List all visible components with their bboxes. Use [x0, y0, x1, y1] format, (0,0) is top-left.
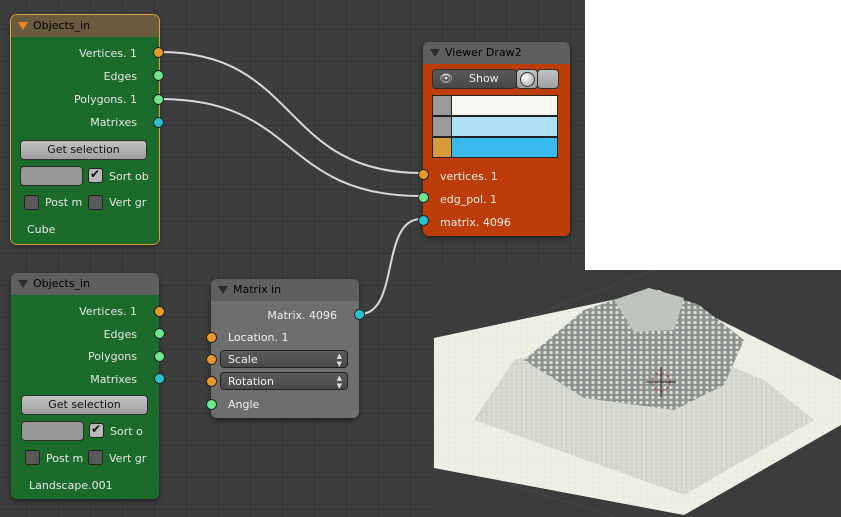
post-matrix-label: Post m — [46, 452, 84, 465]
node-title: Objects_in — [33, 19, 91, 32]
output-vertices-label: Vertices. 1 — [79, 47, 137, 60]
vert-groups-checkbox[interactable] — [88, 195, 103, 210]
input-edgpol-label: edg_pol. 1 — [440, 193, 497, 206]
output-vertices-label: Vertices. 1 — [79, 305, 137, 318]
input-matrix-label: matrix. 4096 — [440, 216, 511, 229]
scale-dropdown-label: Scale — [228, 353, 258, 366]
output-matrixes-label: Matrixes — [90, 373, 137, 386]
collapse-triangle-icon[interactable] — [18, 280, 28, 288]
get-selection-button[interactable]: Get selection — [20, 140, 147, 160]
object-field[interactable] — [20, 166, 83, 186]
polygons-output-socket[interactable] — [154, 351, 165, 362]
objects-in-node-1[interactable]: Objects_in Vertices. 1 Edges Polygons. 1… — [10, 14, 164, 245]
vertices-input-socket[interactable] — [418, 169, 429, 180]
get-selection-button[interactable]: Get selection — [21, 395, 148, 415]
vert-groups-checkbox[interactable] — [88, 450, 103, 465]
node-header[interactable]: Matrix in — [211, 279, 359, 301]
vert-groups-label: Vert gr — [109, 452, 147, 465]
output-edges-label: Edges — [103, 70, 137, 83]
rotation-input-socket[interactable] — [206, 376, 217, 387]
edge-color-cube-icon — [432, 116, 452, 137]
output-matrix-label: Matrix. 4096 — [267, 309, 337, 322]
vert-groups-label: Vert gr — [109, 196, 147, 209]
landscape-point-cloud — [434, 270, 841, 517]
input-vertices-label: vertices. 1 — [440, 170, 498, 183]
node-header[interactable]: Objects_in — [11, 15, 159, 37]
angle-input-socket[interactable] — [206, 399, 217, 410]
post-matrix-checkbox[interactable] — [24, 195, 39, 210]
node-body: Vertices. 1 Edges Polygons. 1 Matrixes G… — [11, 37, 159, 244]
matrixes-output-socket[interactable] — [154, 373, 165, 384]
output-polygons-label: Polygons — [88, 350, 137, 363]
matrixes-output-socket[interactable] — [153, 117, 164, 128]
objects-in-node-2[interactable]: Objects_in Vertices. 1 Edges Polygons Ma… — [11, 273, 165, 499]
sort-objects-checkbox[interactable] — [89, 422, 104, 438]
3d-viewport[interactable] — [434, 270, 841, 517]
object-field[interactable] — [21, 421, 84, 441]
node-title: Viewer Draw2 — [445, 46, 522, 59]
link-matrix — [359, 218, 422, 315]
object-name: Landscape.001 — [29, 479, 113, 492]
rotation-dropdown-label: Rotation — [228, 375, 275, 388]
show-button-label: Show — [469, 72, 499, 85]
face-color-cube-icon — [432, 137, 452, 158]
node-body: 👁 Show vertices. 1 edg_pol. 1 matrix. 40… — [423, 64, 570, 236]
scale-input-socket[interactable] — [206, 354, 217, 365]
polygons-output-socket[interactable] — [153, 94, 164, 105]
input-angle-label: Angle — [228, 398, 260, 411]
sort-objects-label: Sort ob — [109, 170, 149, 183]
node-title: Objects_in — [33, 277, 91, 290]
sphere-icon — [520, 72, 535, 87]
input-location-label: Location. 1 — [228, 331, 289, 344]
node-header[interactable]: Viewer Draw2 — [423, 42, 570, 64]
vertices-output-socket[interactable] — [153, 47, 164, 58]
vertex-color-cube-icon — [432, 95, 452, 116]
output-polygons-label: Polygons. 1 — [74, 93, 137, 106]
vertices-output-socket[interactable] — [154, 306, 165, 317]
matrix-input-socket[interactable] — [418, 215, 429, 226]
shading-toggle-button[interactable] — [516, 69, 538, 89]
output-edges-label: Edges — [103, 328, 137, 341]
vertex-color-swatch[interactable] — [451, 95, 558, 116]
show-button[interactable]: 👁 Show — [432, 69, 517, 89]
edges-output-socket[interactable] — [154, 328, 165, 339]
post-matrix-checkbox[interactable] — [25, 450, 40, 465]
updown-arrows-icon: ▲ ▼ — [336, 374, 342, 390]
link-vertices — [159, 51, 422, 174]
node-body: Matrix. 4096 Location. 1 Scale ▲ ▼ Rotati… — [211, 301, 359, 418]
node-body: Vertices. 1 Edges Polygons Matrixes Get … — [11, 295, 159, 499]
updown-arrows-icon: ▲ ▼ — [336, 352, 342, 368]
collapse-triangle-icon[interactable] — [18, 22, 28, 30]
post-matrix-label: Post m — [45, 196, 83, 209]
node-header[interactable]: Objects_in — [11, 273, 159, 295]
matrix-in-node[interactable]: Matrix in Matrix. 4096 Location. 1 Scale… — [206, 279, 365, 418]
sort-objects-checkbox[interactable] — [88, 167, 103, 183]
output-matrixes-label: Matrixes — [90, 116, 137, 129]
edges-output-socket[interactable] — [153, 70, 164, 81]
edge-color-swatch[interactable] — [451, 116, 558, 137]
location-input-socket[interactable] — [206, 332, 217, 343]
viewer-draw-node[interactable]: Viewer Draw2 👁 Show vertices. 1 edg_pol.… — [418, 42, 570, 236]
object-name: Cube — [27, 223, 56, 236]
sort-objects-label: Sort o — [110, 425, 143, 438]
node-title: Matrix in — [233, 283, 282, 296]
eye-icon: 👁 — [439, 72, 453, 85]
scale-dropdown[interactable]: Scale ▲ ▼ — [220, 350, 348, 368]
rotation-dropdown[interactable]: Rotation ▲ ▼ — [220, 372, 348, 390]
face-color-swatch[interactable] — [451, 137, 558, 158]
collapse-triangle-icon[interactable] — [430, 49, 440, 57]
extra-toggle-button[interactable] — [537, 69, 559, 89]
matrix-output-socket[interactable] — [354, 309, 365, 320]
edgpol-input-socket[interactable] — [418, 192, 429, 203]
collapse-triangle-icon[interactable] — [218, 286, 228, 294]
